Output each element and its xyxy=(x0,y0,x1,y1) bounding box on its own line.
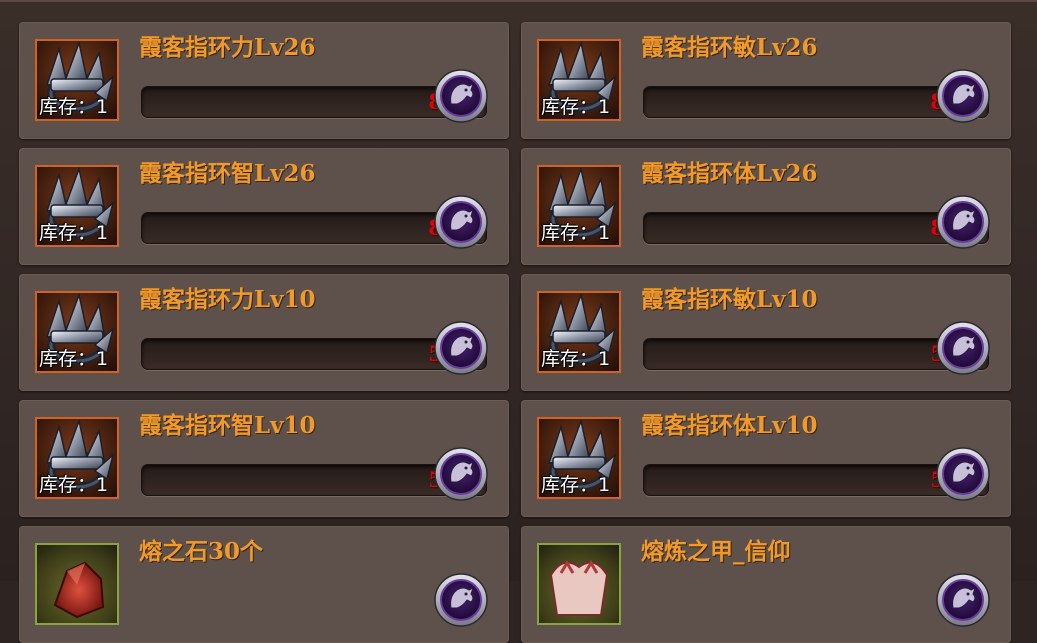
item-name: 熔之石30个 xyxy=(139,538,264,565)
item-name: 霞客指环敏Lv26 xyxy=(641,34,818,61)
purple-dragon-coin-icon xyxy=(433,68,489,124)
red-stone-icon xyxy=(35,543,119,625)
ring-claw-icon: 库存：1 xyxy=(35,165,119,247)
item-card[interactable]: 库存：1 霞客指环力Lv10 5 xyxy=(19,274,509,391)
armor-icon xyxy=(537,543,621,625)
ring-claw-icon: 库存：1 xyxy=(537,291,621,373)
ring-claw-icon: 库存：1 xyxy=(537,39,621,121)
ring-claw-icon: 库存：1 xyxy=(35,39,119,121)
stock-label: 库存：1 xyxy=(541,222,611,244)
purple-dragon-coin-icon xyxy=(433,194,489,250)
item-name: 熔炼之甲_信仰 xyxy=(641,538,791,565)
item-card[interactable]: 库存：1 霞客指环敏Lv26 8 xyxy=(521,22,1011,139)
item-grid: 库存：1 霞客指环力Lv26 8 xyxy=(19,22,1011,643)
item-card[interactable]: 库存：1 霞客指环智Lv10 5 xyxy=(19,400,509,517)
item-name: 霞客指环力Lv10 xyxy=(139,286,316,313)
ring-claw-icon: 库存：1 xyxy=(537,417,621,499)
item-card[interactable]: 库存：1 霞客指环敏Lv10 5 xyxy=(521,274,1011,391)
ring-claw-icon: 库存：1 xyxy=(35,417,119,499)
item-name: 霞客指环体Lv26 xyxy=(641,160,818,187)
stock-label: 库存：1 xyxy=(39,96,109,118)
item-name: 霞客指环体Lv10 xyxy=(641,412,818,439)
item-name: 霞客指环智Lv10 xyxy=(139,412,316,439)
stock-label: 库存：1 xyxy=(39,348,109,370)
purple-dragon-coin-icon xyxy=(935,320,991,376)
item-name: 霞客指环敏Lv10 xyxy=(641,286,818,313)
purple-dragon-coin-icon xyxy=(433,572,489,628)
item-name: 霞客指环智Lv26 xyxy=(139,160,316,187)
item-card[interactable]: 库存：1 霞客指环体Lv26 8 xyxy=(521,148,1011,265)
stock-label: 库存：1 xyxy=(541,348,611,370)
purple-dragon-coin-icon xyxy=(935,68,991,124)
stock-label: 库存：1 xyxy=(39,474,109,496)
item-exchange-panel: 库存：1 霞客指环力Lv26 8 xyxy=(0,0,1037,643)
stock-label: 库存：1 xyxy=(541,474,611,496)
stock-label: 库存：1 xyxy=(541,96,611,118)
purple-dragon-coin-icon xyxy=(935,446,991,502)
ring-claw-icon: 库存：1 xyxy=(35,291,119,373)
item-card[interactable]: 熔之石30个 xyxy=(19,526,509,643)
purple-dragon-coin-icon xyxy=(935,572,991,628)
purple-dragon-coin-icon xyxy=(935,194,991,250)
purple-dragon-coin-icon xyxy=(433,320,489,376)
item-card[interactable]: 库存：1 霞客指环力Lv26 8 xyxy=(19,22,509,139)
ring-claw-icon: 库存：1 xyxy=(537,165,621,247)
stock-label: 库存：1 xyxy=(39,222,109,244)
item-card[interactable]: 库存：1 霞客指环体Lv10 5 xyxy=(521,400,1011,517)
item-name: 霞客指环力Lv26 xyxy=(139,34,316,61)
item-card[interactable]: 熔炼之甲_信仰 xyxy=(521,526,1011,643)
purple-dragon-coin-icon xyxy=(433,446,489,502)
item-card[interactable]: 库存：1 霞客指环智Lv26 8 xyxy=(19,148,509,265)
